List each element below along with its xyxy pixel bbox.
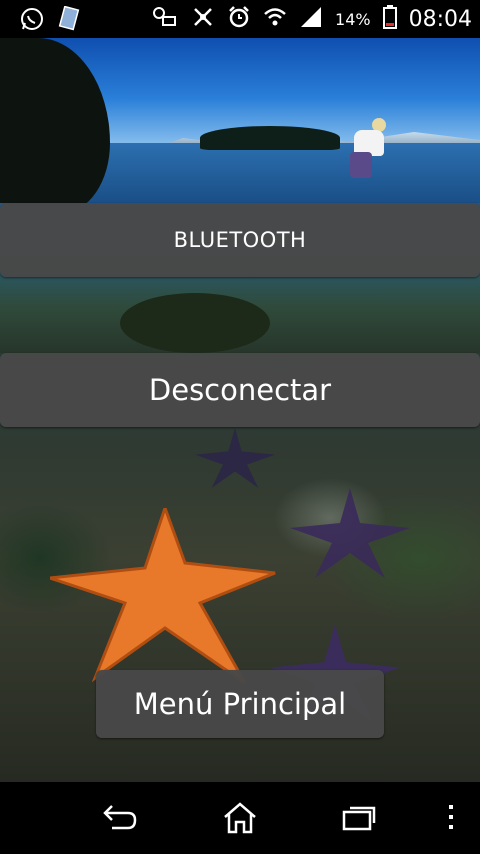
alarm-icon	[227, 5, 251, 33]
disconnect-button[interactable]: Desconectar	[0, 353, 480, 427]
ptt-icon	[151, 5, 179, 33]
back-icon[interactable]	[102, 802, 138, 836]
person	[348, 118, 388, 188]
battery-percent: 14%	[335, 9, 371, 29]
battery-icon	[382, 5, 397, 33]
mute-icon	[191, 5, 215, 33]
island	[200, 126, 340, 150]
home-icon[interactable]	[222, 802, 258, 838]
navigation-bar	[0, 782, 480, 854]
clock: 08:04	[408, 6, 472, 32]
overflow-menu-icon[interactable]	[446, 802, 456, 836]
status-bar: 14% 08:04	[0, 0, 480, 38]
recents-icon[interactable]	[342, 802, 378, 836]
purple-starfish	[195, 428, 275, 488]
main-menu-button[interactable]: Menú Principal	[96, 670, 384, 738]
signal-icon	[299, 6, 323, 32]
orange-starfish	[50, 508, 276, 685]
file-icon	[58, 5, 80, 36]
wifi-icon	[263, 6, 287, 32]
purple-starfish	[290, 488, 410, 578]
rock	[120, 293, 270, 353]
bluetooth-button[interactable]: BLUETOOTH	[0, 203, 480, 277]
whatsapp-icon	[20, 7, 44, 35]
